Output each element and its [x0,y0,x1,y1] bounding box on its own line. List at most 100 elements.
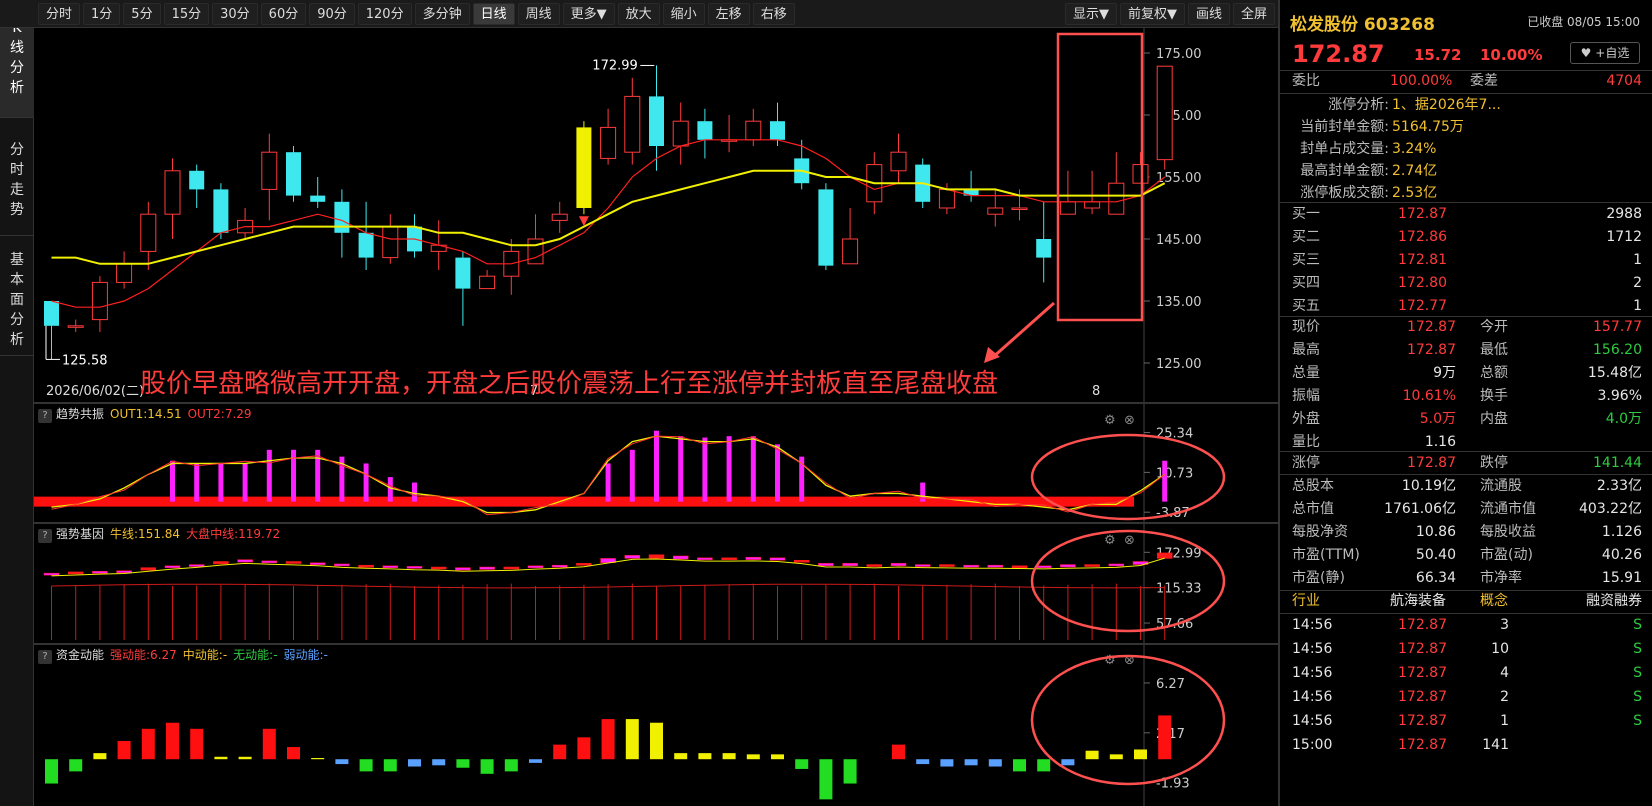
cell: 流通股 [1480,478,1522,494]
tick-row: 14:56 172.87 3 S [1280,614,1652,637]
cell: 涨停 [1292,455,1320,471]
toolbar-button-5[interactable]: 60分 [260,2,307,25]
energy-bar [988,759,1002,767]
toolbar-button-7[interactable]: 120分 [357,2,412,25]
candle-body [164,170,181,215]
gene-bar [842,563,858,567]
candle-body [672,120,689,147]
toolbar-button-14[interactable]: 左移 [707,2,750,25]
toolbar-button-0[interactable]: 分时 [38,2,81,25]
gene-bar [92,571,108,574]
tab-intraday[interactable]: 分时走势 [0,118,34,236]
energy-bar [504,759,518,772]
cell: 14:56 [1292,713,1333,729]
help-icon[interactable]: ? [38,529,52,543]
osc-bar [654,430,659,502]
toolbar-button-13[interactable]: 缩小 [662,2,705,25]
candle-body [116,263,133,283]
gene-bar [164,565,181,569]
panel-value: 无动能:- [233,648,278,662]
toolbar-button-8[interactable]: 多分钟 [414,2,470,25]
add-watchlist-button[interactable]: ♥ +自选 [1570,42,1640,64]
toolbar-right-button-1[interactable]: 前复权▼ [1119,2,1185,25]
cell: 买五 [1292,298,1320,314]
toolbar-button-6[interactable]: 90分 [309,2,355,25]
candle-body [261,151,278,190]
cell: 涨停分析: [1328,97,1389,113]
gene-bar [697,557,713,561]
energy-bar [262,728,276,760]
help-icon[interactable]: ? [38,650,52,664]
cell: 172.87 [1398,641,1447,657]
toolbar-button-12[interactable]: 放大 [617,2,660,25]
cell: 外盘 [1292,411,1320,427]
energy-bar [69,759,83,772]
cell: 3.96% [1597,388,1642,404]
cell: 1 [1500,713,1509,729]
candle-body [358,232,374,258]
toolbar-button-11[interactable]: 更多▼ [562,2,615,25]
stock-title: 松发股份 603268 [1290,15,1435,35]
stock-terminal: K线分析 分时走势 基本面分析 分时 1分 5分 15分 30分 60分 90分 120分 多分… [0,0,1652,806]
cell: S [1633,665,1642,681]
cell: 跌停 [1480,455,1508,471]
gene-bar [1108,563,1125,567]
left-tab-bar: K线分析 分时走势 基本面分析 [0,0,34,806]
toolbar-right-button-0[interactable]: 显示▼ [1064,2,1117,25]
cell: S [1633,689,1642,705]
industry-row: 行业 航海装备 概念 融资融券 [1292,593,1642,609]
energy-bar [940,759,954,767]
cell: 总额 [1480,365,1508,381]
cell: 9万 [1433,365,1456,381]
panel-header-fund: ? 资金动能 强动能:6.27 中动能:- 无动能:- 弱动能:- [34,645,1134,665]
candle-body [842,238,859,265]
toolbar-button-3[interactable]: 15分 [163,2,210,25]
candle-body [1011,207,1028,210]
gene-bar [745,556,762,560]
energy-bar [1061,759,1075,766]
panel-header-trend: ? 趋势共振 OUT1:14.51 OUT2:7.29 [34,404,1134,424]
gene-bar [648,554,665,559]
cell: 振幅 [1292,388,1320,404]
cell: 3.24% [1392,141,1437,157]
energy-bar [577,737,591,760]
quote-row: 现价 172.87 今开 157.77 [1280,316,1652,339]
cell: 172.81 [1398,252,1447,268]
candle-body [987,207,1004,215]
candle-body [938,188,955,209]
panel-value: 强动能:6.27 [110,648,177,662]
cell: 市盈(静) [1292,570,1345,586]
toolbar-right-button-2[interactable]: 画线 [1187,2,1230,25]
energy-bar [190,728,204,760]
toolbar-button-9[interactable]: 日线 [472,2,515,25]
energy-bar [795,759,809,769]
tick-row: 14:56 172.87 2 S [1280,686,1652,709]
energy-bar [1158,715,1172,760]
cell: 172.86 [1398,229,1447,245]
current-price: 172.87 [1292,40,1385,68]
gene-bar [963,564,979,568]
energy-bar [625,719,639,760]
cell: 141.44 [1593,455,1642,471]
gene-bar [769,557,786,561]
toolbar-button-15[interactable]: 右移 [752,2,795,25]
toolbar-button-1[interactable]: 1分 [83,2,121,25]
energy-bar [359,759,373,772]
panel-title: 资金动能 [56,648,105,662]
cell: 市盈(TTM) [1292,547,1360,563]
osc-bar [242,463,248,502]
candle-body [890,151,907,172]
candle-body [527,238,544,265]
gene-bar [430,566,447,570]
help-icon[interactable]: ? [38,409,52,423]
y-tick-label: 10.73 [1156,466,1193,481]
candle-body [382,226,399,259]
toolbar-button-2[interactable]: 5分 [123,2,161,25]
cell: 现价 [1292,319,1320,335]
bid-row: 买二 172.86 1712 [1280,226,1652,249]
cell: 172.77 [1398,298,1447,314]
toolbar-right-button-3[interactable]: 全屏 [1232,2,1275,25]
toolbar-button-10[interactable]: 周线 [517,2,560,25]
toolbar-button-4[interactable]: 30分 [212,2,258,25]
tab-fundamentals[interactable]: 基本面分析 [0,236,34,356]
